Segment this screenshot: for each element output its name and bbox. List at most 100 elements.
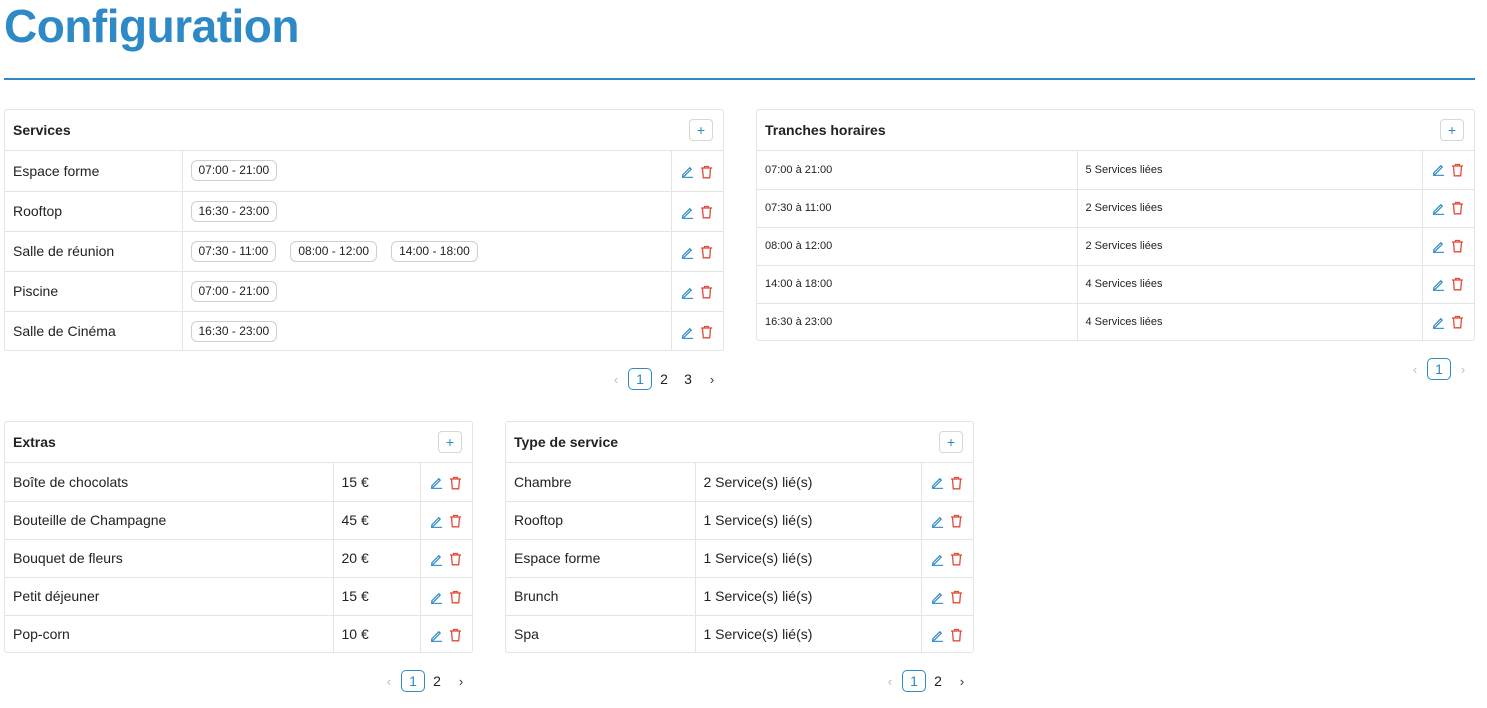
table-row: Chambre 2 Service(s) lié(s) <box>506 463 973 502</box>
row-actions <box>420 501 472 540</box>
edit-icon[interactable] <box>931 476 944 490</box>
table-row: 16:30 à 23:00 4 Services liées <box>757 303 1474 341</box>
prev-page-button[interactable]: ‹ <box>604 372 628 387</box>
extra-name-cell: Pop-corn <box>5 615 334 653</box>
prev-page-button[interactable]: ‹ <box>377 674 401 689</box>
edit-icon[interactable] <box>931 515 944 528</box>
edit-icon[interactable] <box>681 326 694 339</box>
linked-services-cell: 1 Service(s) lié(s) <box>695 577 922 616</box>
edit-icon[interactable] <box>1432 240 1445 253</box>
delete-icon[interactable] <box>449 514 462 528</box>
edit-icon[interactable] <box>681 206 694 219</box>
service-name-cell: Rooftop <box>5 191 183 232</box>
table-row: 14:00 à 18:00 4 Services liées <box>757 265 1474 304</box>
delete-icon[interactable] <box>700 285 713 299</box>
edit-icon[interactable] <box>430 553 443 566</box>
delete-icon[interactable] <box>1451 277 1464 291</box>
page-link[interactable]: 2 <box>652 371 676 387</box>
time-slot-chip[interactable]: 07:30 - 11:00 <box>190 240 277 262</box>
edit-icon[interactable] <box>931 591 944 604</box>
next-page-button[interactable]: › <box>1451 362 1475 377</box>
page-title: Configuration <box>4 0 300 52</box>
service-name-cell: Piscine <box>5 271 183 312</box>
edit-icon[interactable] <box>430 476 443 490</box>
delete-icon[interactable] <box>1451 201 1464 215</box>
current-page[interactable]: 1 <box>628 368 652 390</box>
edit-icon[interactable] <box>1432 316 1445 329</box>
time-slot-chip[interactable]: 07:00 - 21:00 <box>190 160 278 182</box>
edit-icon[interactable] <box>931 629 944 642</box>
delete-icon[interactable] <box>449 476 462 490</box>
service-name-cell: Espace forme <box>5 151 183 192</box>
edit-icon[interactable] <box>1432 202 1445 215</box>
delete-icon[interactable] <box>1451 315 1464 329</box>
table-row: Rooftop 1 Service(s) lié(s) <box>506 501 973 540</box>
add-extra-button[interactable]: + <box>438 431 462 453</box>
extras-card: Extras + Boîte de chocolats 15 € Bouteille… <box>4 421 473 653</box>
row-actions <box>921 577 973 616</box>
table-row: Piscine 07:00 - 21:00 <box>5 271 723 312</box>
page-link[interactable]: 2 <box>926 673 950 689</box>
next-page-button[interactable]: › <box>449 674 473 689</box>
types-title: Type de service <box>514 434 619 450</box>
next-page-button[interactable]: › <box>950 674 974 689</box>
services-card: Services + Espace forme 07:00 - 21:00 Roof… <box>4 109 724 351</box>
edit-icon[interactable] <box>681 165 694 179</box>
edit-icon[interactable] <box>1432 278 1445 291</box>
time-slot-chip[interactable]: 07:00 - 21:00 <box>190 280 278 302</box>
slots-cell: 07:00 - 21:00 <box>182 271 672 312</box>
time-slot-chip[interactable]: 16:30 - 23:00 <box>190 200 278 222</box>
prev-page-button[interactable]: ‹ <box>1403 362 1427 377</box>
delete-icon[interactable] <box>449 590 462 604</box>
add-type-button[interactable]: + <box>939 431 963 453</box>
table-row: Salle de Cinéma 16:30 - 23:00 <box>5 311 723 351</box>
delete-icon[interactable] <box>1451 163 1464 177</box>
time-slot-chip[interactable]: 14:00 - 18:00 <box>391 240 478 262</box>
table-row: Espace forme 07:00 - 21:00 <box>5 151 723 192</box>
services-pagination: ‹ 1 2 3 › <box>604 368 724 390</box>
delete-icon[interactable] <box>449 552 462 566</box>
slots-cell: 07:00 - 21:00 <box>182 151 672 192</box>
table-row: Brunch 1 Service(s) lié(s) <box>506 577 973 616</box>
row-actions <box>921 615 973 653</box>
extras-pagination: ‹ 1 2 › <box>377 670 473 692</box>
edit-icon[interactable] <box>681 286 694 299</box>
time-range-cell: 14:00 à 18:00 <box>757 265 1078 304</box>
time-slot-chip[interactable]: 08:00 - 12:00 <box>290 240 378 262</box>
linked-services-cell: 2 Service(s) lié(s) <box>695 463 922 502</box>
delete-icon[interactable] <box>1451 239 1464 253</box>
edit-icon[interactable] <box>1432 163 1445 177</box>
delete-icon[interactable] <box>449 628 462 642</box>
edit-icon[interactable] <box>430 629 443 642</box>
delete-icon[interactable] <box>700 205 713 219</box>
current-page[interactable]: 1 <box>401 670 425 692</box>
extra-price-cell: 15 € <box>333 463 421 502</box>
edit-icon[interactable] <box>430 591 443 604</box>
row-actions <box>671 151 723 192</box>
edit-icon[interactable] <box>681 246 694 259</box>
delete-icon[interactable] <box>700 325 713 339</box>
time-range-cell: 07:30 à 11:00 <box>757 189 1078 228</box>
delete-icon[interactable] <box>700 165 713 179</box>
delete-icon[interactable] <box>950 552 963 566</box>
next-page-button[interactable]: › <box>700 372 724 387</box>
delete-icon[interactable] <box>950 628 963 642</box>
edit-icon[interactable] <box>430 515 443 528</box>
delete-icon[interactable] <box>950 514 963 528</box>
row-actions <box>1422 227 1474 266</box>
prev-page-button[interactable]: ‹ <box>878 674 902 689</box>
add-tranche-button[interactable]: + <box>1440 119 1464 141</box>
time-slot-chip[interactable]: 16:30 - 23:00 <box>190 320 278 342</box>
row-actions <box>921 539 973 578</box>
page-link[interactable]: 3 <box>676 371 700 387</box>
extra-name-cell: Bouteille de Champagne <box>5 501 334 540</box>
edit-icon[interactable] <box>931 553 944 566</box>
page-link[interactable]: 2 <box>425 673 449 689</box>
row-actions <box>921 501 973 540</box>
current-page[interactable]: 1 <box>1427 358 1451 380</box>
delete-icon[interactable] <box>700 245 713 259</box>
delete-icon[interactable] <box>950 476 963 490</box>
add-service-button[interactable]: + <box>689 119 713 141</box>
delete-icon[interactable] <box>950 590 963 604</box>
current-page[interactable]: 1 <box>902 670 926 692</box>
